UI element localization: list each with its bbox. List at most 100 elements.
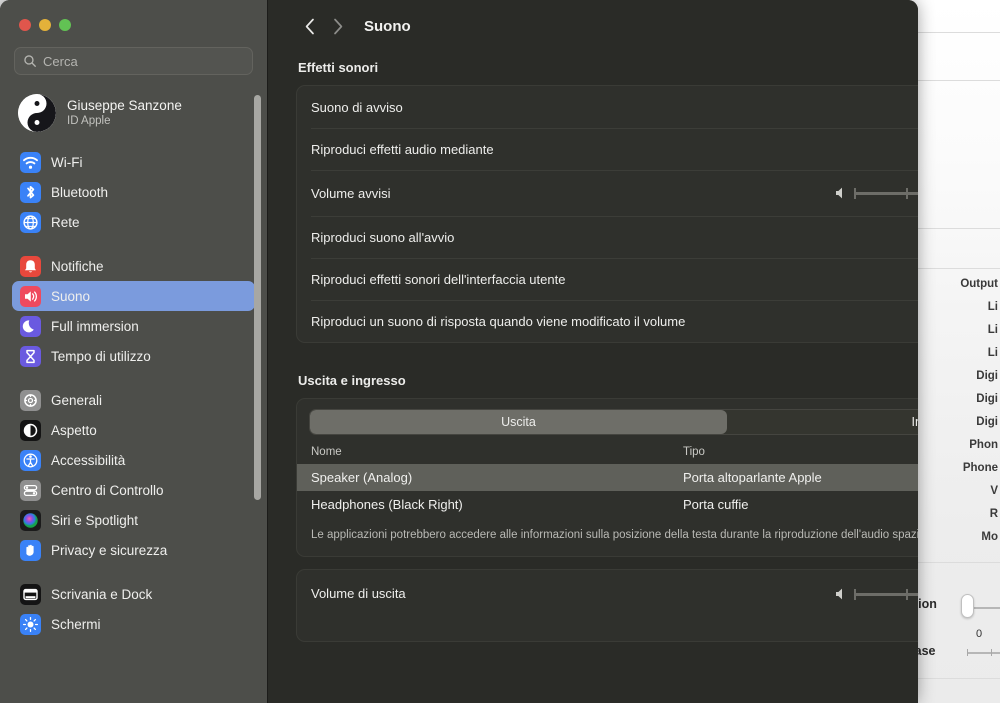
account-name: Giuseppe Sanzone bbox=[67, 98, 182, 114]
row-output-volume: Volume di uscita bbox=[297, 570, 918, 618]
apple-account-item[interactable]: Giuseppe Sanzone ID Apple bbox=[12, 89, 255, 137]
sidebar-group-alerts: Notifiche Suono Full immersion Tempo di … bbox=[0, 251, 267, 371]
search-field[interactable] bbox=[14, 47, 253, 75]
device-name: Speaker (Analog) bbox=[311, 470, 413, 485]
sidebar-item-label: Tempo di utilizzo bbox=[51, 348, 151, 364]
forward-chevron-icon bbox=[334, 18, 343, 34]
sidebar-item-label: Full immersion bbox=[51, 318, 139, 334]
output-volume-card: Volume di uscita bbox=[296, 568, 918, 642]
system-settings-window: Giuseppe Sanzone ID Apple bbox=[0, 0, 918, 703]
device-type: Porta altoparlante Apple bbox=[683, 470, 822, 485]
back-button[interactable] bbox=[296, 12, 324, 40]
forward-button[interactable] bbox=[324, 12, 352, 40]
siri-orb-icon bbox=[20, 509, 41, 531]
device-name: Headphones (Black Right) bbox=[311, 497, 463, 512]
output-volume-label: Volume di uscita bbox=[311, 586, 406, 602]
output-volume-slider[interactable] bbox=[835, 584, 918, 604]
sidebar-item-bluetooth[interactable]: Bluetooth bbox=[12, 177, 255, 207]
general-gear-icon bbox=[20, 389, 41, 411]
sidebar-item-sound[interactable]: Suono bbox=[12, 281, 255, 311]
sidebar-item-label: Siri e Spotlight bbox=[51, 512, 139, 528]
sidebar-item-desktop-dock[interactable]: Scrivania e Dock bbox=[12, 579, 255, 609]
sidebar-item-displays[interactable]: Schermi bbox=[12, 609, 255, 639]
sidebar-item-general[interactable]: Generali bbox=[12, 385, 255, 415]
sidebar-item-label: Aspetto bbox=[51, 422, 97, 438]
output-input-card: Uscita Ingresso Nome Tipo Speaker (Analo… bbox=[296, 398, 918, 557]
background-slider-2[interactable] bbox=[967, 652, 1000, 654]
column-header-name: Nome bbox=[311, 446, 342, 458]
background-control-value-2: 0 bbox=[976, 628, 983, 640]
sidebar-item-siri-spotlight[interactable]: Siri e Spotlight bbox=[12, 505, 255, 535]
sidebar-item-wifi[interactable]: Wi-Fi bbox=[12, 147, 255, 177]
back-chevron-icon bbox=[305, 18, 314, 34]
sidebar: Giuseppe Sanzone ID Apple bbox=[0, 0, 268, 703]
sidebar-item-label: Accessibilità bbox=[51, 452, 126, 468]
focus-moon-icon bbox=[20, 315, 41, 337]
tab-output[interactable]: Uscita bbox=[310, 410, 727, 434]
sidebar-item-privacy-security[interactable]: Privacy e sicurezza bbox=[12, 535, 255, 565]
sidebar-item-label: Privacy e sicurezza bbox=[51, 542, 168, 558]
alert-volume-slider[interactable] bbox=[835, 183, 918, 203]
background-slider-1-knob[interactable] bbox=[961, 594, 974, 618]
sidebar-item-label: Centro di Controllo bbox=[51, 482, 164, 498]
toolbar: Suono bbox=[268, 0, 918, 52]
sidebar-item-appearance[interactable]: Aspetto bbox=[12, 415, 255, 445]
row-volume-feedback: Riproduci un suono di risposta quando vi… bbox=[297, 300, 918, 342]
sidebar-item-accessibility[interactable]: Accessibilità bbox=[12, 445, 255, 475]
sidebar-scrollbar[interactable] bbox=[254, 95, 261, 500]
zoom-button[interactable] bbox=[59, 19, 71, 31]
sidebar-item-label: Schermi bbox=[51, 616, 101, 632]
account-subtitle: ID Apple bbox=[67, 114, 111, 127]
startup-sound-label: Riproduci suono all'avvio bbox=[311, 229, 455, 245]
sidebar-item-label: Notifiche bbox=[51, 258, 104, 274]
volume-feedback-label: Riproduci un suono di risposta quando vi… bbox=[311, 313, 686, 329]
content-pane: Suono Effetti sonori Suono di avviso Boo… bbox=[268, 0, 918, 703]
section-title-output-input: Uscita e ingresso bbox=[298, 373, 406, 388]
sidebar-item-label: Generali bbox=[51, 392, 103, 408]
sidebar-group-desktop: Scrivania e Dock Schermi bbox=[0, 579, 267, 639]
output-input-segmented-control[interactable]: Uscita Ingresso bbox=[309, 409, 918, 435]
mute-row: Audio disattivato bbox=[297, 614, 918, 641]
minimize-button[interactable] bbox=[39, 19, 51, 31]
table-row[interactable]: Speaker (Analog) Porta altoparlante Appl… bbox=[297, 464, 918, 491]
displays-brightness-icon bbox=[20, 613, 41, 635]
sidebar-item-notifications[interactable]: Notifiche bbox=[12, 251, 255, 281]
page-title: Suono bbox=[364, 17, 411, 35]
settings-scroll-area: Effetti sonori Suono di avviso Boop bbox=[268, 52, 918, 703]
row-startup-sound: Riproduci suono all'avvio bbox=[297, 216, 918, 258]
sidebar-item-control-center[interactable]: Centro di Controllo bbox=[12, 475, 255, 505]
privacy-hand-icon bbox=[20, 539, 41, 561]
bluetooth-icon bbox=[20, 181, 41, 203]
sidebar-item-screen-time[interactable]: Tempo di utilizzo bbox=[12, 341, 255, 371]
sidebar-nav: Wi-Fi Bluetooth Rete Notifiche Suono Ful… bbox=[0, 147, 267, 639]
play-through-label: Riproduci effetti audio mediante bbox=[311, 141, 494, 157]
tab-input[interactable]: Ingresso bbox=[727, 410, 918, 434]
speaker-min-icon bbox=[836, 187, 842, 199]
device-type: Porta cuffie bbox=[683, 497, 749, 512]
speaker-min-icon bbox=[836, 588, 842, 600]
screen-time-hourglass-icon bbox=[20, 345, 41, 367]
sidebar-item-label: Bluetooth bbox=[51, 184, 109, 200]
sidebar-item-focus[interactable]: Full immersion bbox=[12, 311, 255, 341]
close-button[interactable] bbox=[19, 19, 31, 31]
search-input[interactable] bbox=[43, 53, 244, 69]
notifications-bell-icon bbox=[20, 255, 41, 277]
control-center-sliders-icon bbox=[20, 479, 41, 501]
sidebar-item-label: Scrivania e Dock bbox=[51, 586, 153, 602]
alert-volume-label: Volume avvisi bbox=[311, 185, 391, 201]
ui-sound-effects-label: Riproduci effetti sonori dell'interfacci… bbox=[311, 271, 566, 287]
device-table-header: Nome Tipo bbox=[297, 435, 918, 464]
row-alert-sound: Suono di avviso Boop bbox=[297, 86, 918, 128]
accessibility-person-icon bbox=[20, 449, 41, 471]
network-globe-icon bbox=[20, 211, 41, 233]
sidebar-item-network[interactable]: Rete bbox=[12, 207, 255, 237]
traffic-lights bbox=[0, 0, 267, 31]
avatar bbox=[18, 94, 56, 132]
desktop-dock-icon bbox=[20, 583, 41, 605]
table-row[interactable]: Headphones (Black Right) Porta cuffie bbox=[297, 491, 918, 518]
search-icon bbox=[24, 55, 36, 67]
sidebar-item-label: Wi-Fi bbox=[51, 154, 83, 170]
sound-effects-card: Suono di avviso Boop bbox=[296, 85, 918, 343]
column-header-type: Tipo bbox=[683, 446, 705, 458]
sidebar-item-label: Rete bbox=[51, 214, 80, 230]
